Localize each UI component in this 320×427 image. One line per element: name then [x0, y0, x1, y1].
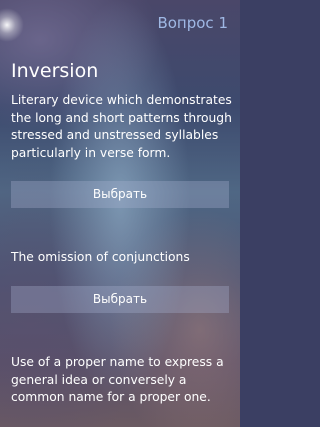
- option-3-text: Use of a proper name to express a genera…: [11, 355, 224, 404]
- option-1-choose-button[interactable]: Выбрать: [11, 181, 229, 208]
- option-2-text: The omission of conjunctions: [11, 250, 190, 264]
- option-2-choose-button[interactable]: Выбрать: [11, 286, 229, 313]
- question-term: Inversion: [11, 60, 99, 82]
- option-1-text: Literary device which demonstrates the l…: [11, 93, 232, 160]
- page-header-title: Вопрос 1: [157, 14, 228, 32]
